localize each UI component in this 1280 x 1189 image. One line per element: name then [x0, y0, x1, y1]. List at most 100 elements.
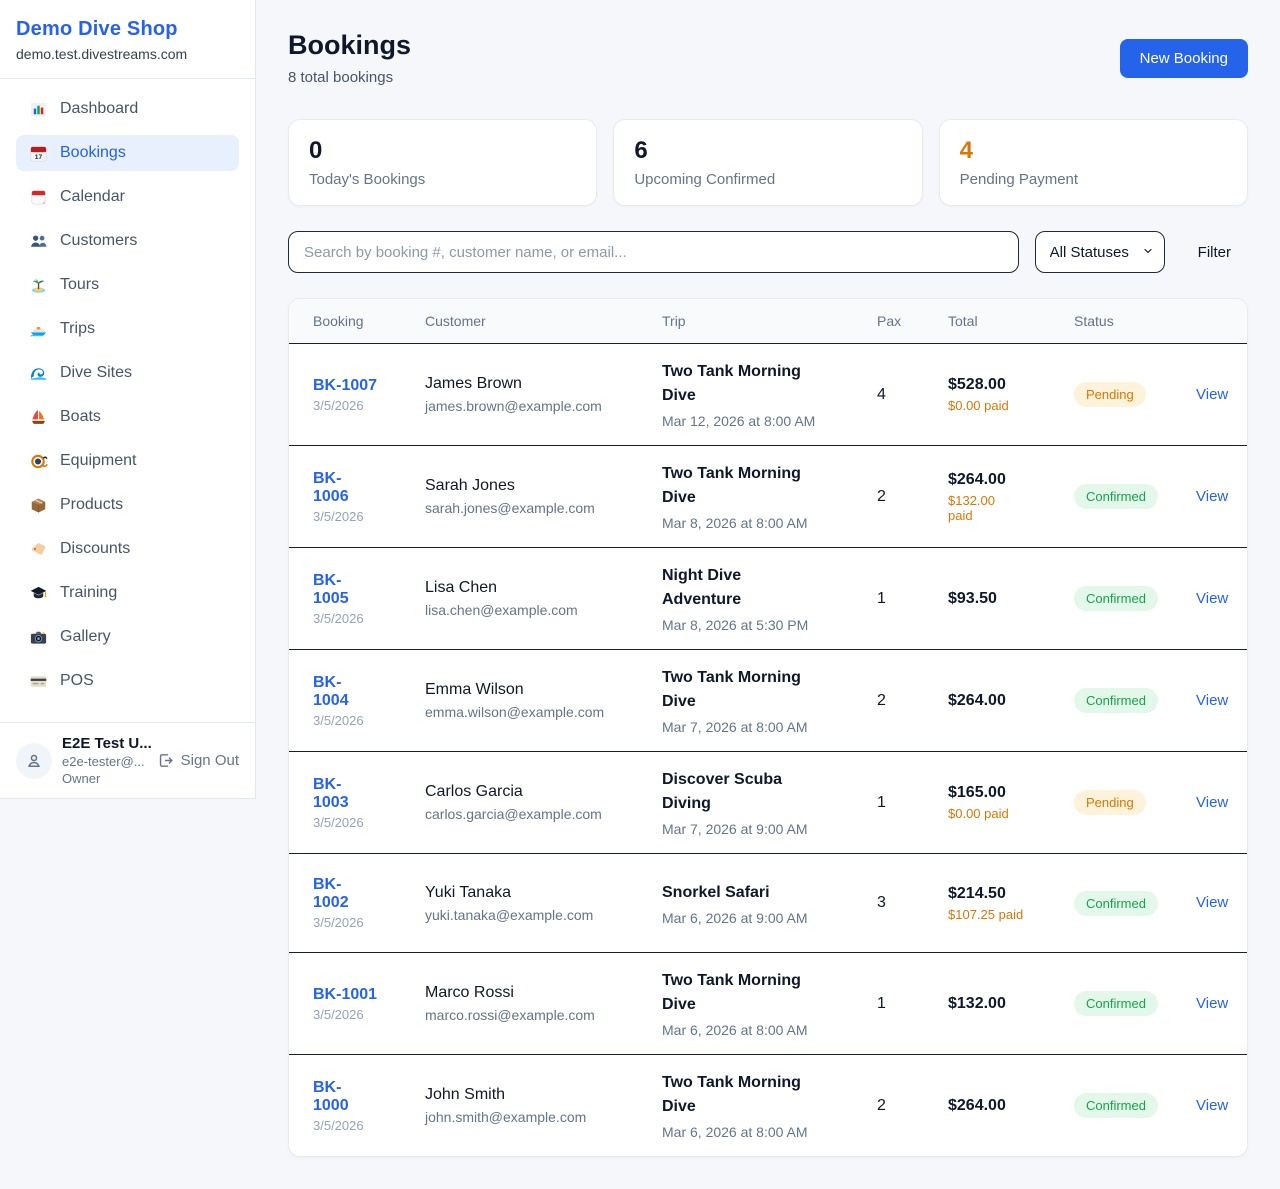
booking-id-link[interactable]: BK-1000 [313, 1079, 357, 1115]
trip-name: Discover Scuba Diving [662, 768, 824, 816]
sidebar-item-calendar[interactable]: Calendar [16, 179, 239, 215]
sidebar-item-training[interactable]: Training [16, 575, 239, 611]
sidebar-item-products[interactable]: Products [16, 487, 239, 523]
view-link[interactable]: View [1196, 692, 1228, 709]
total-amount: $214.50 [948, 885, 1066, 903]
sidebar-item-bookings[interactable]: 17 Bookings [16, 135, 239, 171]
customers-icon [28, 231, 48, 251]
trip-datetime: Mar 8, 2026 at 8:00 AM [662, 515, 869, 531]
sidebar-item-boats[interactable]: Boats [16, 399, 239, 435]
pax-count: 4 [877, 370, 948, 420]
sign-out-button[interactable]: Sign Out [157, 752, 239, 769]
column-header-total: Total [948, 299, 1074, 343]
sidebar: Demo Dive Shop demo.test.divestreams.com… [0, 0, 256, 799]
equipment-mask-icon [28, 451, 48, 471]
sidebar-item-discounts[interactable]: Discounts [16, 531, 239, 567]
view-link[interactable]: View [1196, 995, 1228, 1012]
user-role: Owner [62, 771, 147, 786]
view-link[interactable]: View [1196, 1097, 1228, 1114]
booking-id-link[interactable]: BK-1007 [313, 377, 377, 395]
sidebar-item-label: Bookings [60, 144, 126, 162]
customer-email: sarah.jones@example.com [425, 500, 654, 516]
customer-name: Emma Wilson [425, 681, 654, 699]
bookings-table: BookingCustomerTripPaxTotalStatus BK-100… [288, 298, 1248, 1157]
booking-id-link[interactable]: BK-1002 [313, 876, 357, 912]
sidebar-item-label: Gallery [60, 628, 111, 646]
total-amount: $165.00 [948, 784, 1066, 802]
pax-count: 2 [877, 1081, 948, 1131]
customer-email: lisa.chen@example.com [425, 602, 654, 618]
person-icon [25, 752, 43, 770]
svg-text:17: 17 [34, 153, 42, 160]
sidebar-item-label: POS [60, 672, 94, 690]
sidebar-item-label: Discounts [60, 540, 130, 558]
column-header-booking: Booking [313, 299, 425, 343]
paid-amount: $0.00 paid [948, 398, 1066, 413]
stat-value: 4 [960, 137, 1227, 165]
search-input[interactable] [288, 231, 1019, 273]
trip-name: Two Tank Morning Dive [662, 666, 824, 714]
sidebar-item-gallery[interactable]: Gallery [16, 619, 239, 655]
status-badge: Confirmed [1074, 586, 1158, 611]
sidebar-item-dive-sites[interactable]: Dive Sites [16, 355, 239, 391]
sidebar-item-tours[interactable]: Tours [16, 267, 239, 303]
sidebar-item-label: Dashboard [60, 100, 138, 118]
view-link[interactable]: View [1196, 794, 1228, 811]
calendar-icon [28, 187, 48, 207]
trip-datetime: Mar 7, 2026 at 8:00 AM [662, 719, 869, 735]
status-badge: Confirmed [1074, 484, 1158, 509]
view-link[interactable]: View [1196, 386, 1228, 403]
page-subtitle: 8 total bookings [288, 69, 411, 86]
booking-date: 3/5/2026 [313, 815, 417, 830]
sidebar-item-customers[interactable]: Customers [16, 223, 239, 259]
booking-id-link[interactable]: BK-1001 [313, 986, 377, 1004]
table-row: BK-1005 3/5/2026 Lisa Chen lisa.chen@exa… [289, 548, 1247, 650]
page-title: Bookings [288, 30, 411, 61]
stat-card: 0 Today's Bookings [288, 119, 597, 206]
booking-id-link[interactable]: BK-1004 [313, 674, 357, 710]
customer-name: Sarah Jones [425, 477, 654, 495]
filter-button[interactable]: Filter [1198, 244, 1231, 261]
sidebar-item-label: Customers [60, 232, 137, 250]
table-row: BK-1001 3/5/2026 Marco Rossi marco.rossi… [289, 953, 1247, 1055]
booking-date: 3/5/2026 [313, 1007, 417, 1022]
column-header-customer: Customer [425, 299, 662, 343]
stat-label: Upcoming Confirmed [634, 171, 901, 188]
sidebar-item-label: Boats [60, 408, 101, 426]
view-link[interactable]: View [1196, 894, 1228, 911]
stat-value: 6 [634, 137, 901, 165]
customer-name: Lisa Chen [425, 579, 654, 597]
status-select[interactable]: All Statuses [1035, 231, 1165, 273]
status-badge: Confirmed [1074, 1093, 1158, 1118]
boats-sailboat-icon [28, 407, 48, 427]
trip-datetime: Mar 6, 2026 at 9:00 AM [662, 910, 869, 926]
total-amount: $93.50 [948, 590, 1066, 608]
status-badge: Pending [1074, 382, 1146, 407]
sidebar-item-equipment[interactable]: Equipment [16, 443, 239, 479]
sidebar-item-pos[interactable]: POS [16, 663, 239, 699]
booking-date: 3/5/2026 [313, 1118, 417, 1133]
view-link[interactable]: View [1196, 590, 1228, 607]
bookings-calendar-icon: 17 [28, 143, 48, 163]
sidebar-item-dashboard[interactable]: Dashboard [16, 91, 239, 127]
sidebar-item-trips[interactable]: Trips [16, 311, 239, 347]
booking-id-link[interactable]: BK-1005 [313, 572, 357, 608]
user-block: E2E Test U... e2e-tester@... Owner Sign … [0, 722, 255, 798]
new-booking-button[interactable]: New Booking [1120, 39, 1248, 78]
column-header-status: Status [1074, 299, 1196, 343]
pax-count: 1 [877, 574, 948, 624]
sidebar-nav: Dashboard 17 Bookings Calendar Customers… [0, 79, 255, 722]
training-cap-icon [28, 583, 48, 603]
trip-name: Night Dive Adventure [662, 564, 824, 612]
view-link[interactable]: View [1196, 488, 1228, 505]
pax-count: 2 [877, 472, 948, 522]
booking-date: 3/5/2026 [313, 915, 417, 930]
table-row: BK-1007 3/5/2026 James Brown james.brown… [289, 344, 1247, 446]
booking-id-link[interactable]: BK-1006 [313, 470, 357, 506]
booking-id-link[interactable]: BK-1003 [313, 776, 357, 812]
customer-email: james.brown@example.com [425, 398, 654, 414]
sidebar-item-label: Calendar [60, 188, 125, 206]
discounts-tag-icon [28, 539, 48, 559]
total-amount: $528.00 [948, 376, 1066, 394]
sidebar-item-label: Dive Sites [60, 364, 132, 382]
